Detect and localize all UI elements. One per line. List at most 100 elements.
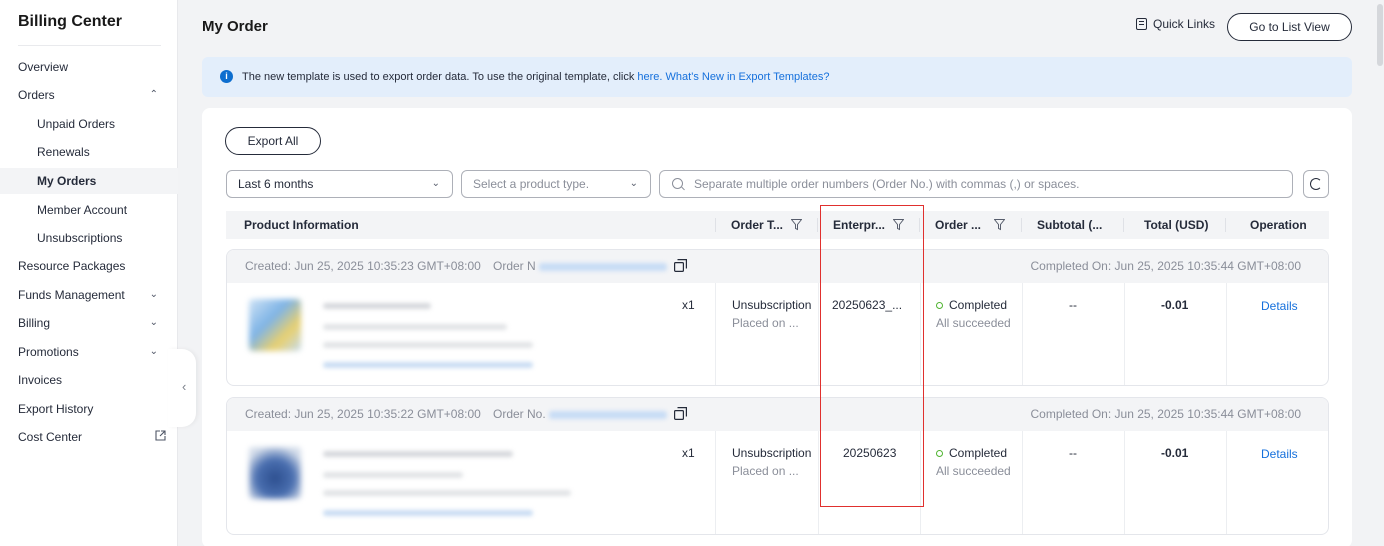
created-time: Created: Jun 25, 2025 10:35:23 GMT+08:00 <box>245 259 481 273</box>
here-link[interactable]: here. <box>637 71 662 83</box>
filter-icon[interactable] <box>994 219 1005 231</box>
order-number-label: Order No. <box>493 407 546 421</box>
order-number-redacted[interactable] <box>549 411 667 419</box>
product-name-redacted <box>323 451 513 457</box>
enterprise-project: 20250623_... <box>832 298 903 312</box>
sidebar-item-billing[interactable]: Billing ⌄ <box>0 310 178 336</box>
column-divider <box>1226 283 1227 385</box>
scrollbar-thumb[interactable] <box>1377 4 1383 66</box>
period-select-value: Last 6 months <box>238 177 314 191</box>
sidebar-collapse-toggle[interactable]: ‹ <box>168 349 196 427</box>
sidebar-item-label: Promotions <box>18 345 79 359</box>
order-status-detail: All succeeded <box>936 316 1011 330</box>
details-link[interactable]: Details <box>1261 298 1298 314</box>
sidebar-item-my-orders[interactable]: My Orders <box>0 168 178 194</box>
sidebar-item-label: Overview <box>18 60 69 74</box>
column-divider <box>1021 218 1022 232</box>
sidebar-item-unsubscriptions[interactable]: Unsubscriptions <box>0 225 178 251</box>
order-search-input[interactable] <box>694 174 1274 194</box>
sidebar-item-label: Billing <box>18 316 51 330</box>
column-divider <box>715 283 716 385</box>
product-spec-redacted <box>323 472 463 478</box>
sidebar-item-label: Resource Packages <box>18 259 126 273</box>
refresh-button[interactable] <box>1303 170 1329 198</box>
bookmark-icon <box>1136 18 1147 30</box>
export-all-button[interactable]: Export All <box>225 127 321 155</box>
order-card: Created: Jun 25, 2025 10:35:22 GMT+08:00… <box>226 397 1329 535</box>
sidebar-item-overview[interactable]: Overview <box>0 54 178 80</box>
info-icon: i <box>220 70 233 83</box>
refresh-icon <box>1310 178 1322 190</box>
column-divider <box>1124 283 1125 385</box>
sidebar-item-orders[interactable]: Orders ⌃ <box>0 82 178 108</box>
col-order-status: Order ... <box>935 218 982 232</box>
search-icon <box>672 178 683 189</box>
total-usd: -0.01 <box>1161 298 1189 312</box>
col-product-information: Product Information <box>244 218 359 232</box>
order-number-label: Order N <box>493 259 536 273</box>
sidebar-item-export-history[interactable]: Export History <box>0 396 178 422</box>
column-divider <box>818 283 819 385</box>
sidebar-item-label: Unpaid Orders <box>37 117 116 131</box>
product-spec-redacted <box>323 324 507 330</box>
product-spec-redacted <box>323 490 571 496</box>
notice-text: The new template is used to export order… <box>242 57 829 97</box>
sidebar-item-resource-packages[interactable]: Resource Packages <box>0 253 178 279</box>
external-link-icon <box>155 430 166 441</box>
sidebar-item-member-account[interactable]: Member Account <box>0 197 178 223</box>
info-notice: i The new template is used to export ord… <box>202 57 1352 97</box>
order-number-redacted[interactable] <box>539 263 667 271</box>
sidebar-item-renewals[interactable]: Renewals <box>0 139 178 165</box>
filter-icon[interactable] <box>893 219 904 231</box>
column-divider <box>715 431 716 534</box>
column-divider <box>1226 431 1227 534</box>
page-scrollbar[interactable] <box>1376 0 1384 546</box>
copy-icon[interactable] <box>674 407 687 420</box>
sidebar-item-funds-management[interactable]: Funds Management ⌄ <box>0 282 178 308</box>
subtotal: -- <box>1069 446 1077 460</box>
col-total-usd: Total (USD) <box>1144 218 1209 232</box>
copy-icon[interactable] <box>674 259 687 272</box>
product-links-redacted <box>323 362 533 368</box>
completed-on-time: Completed On: Jun 25, 2025 10:35:44 GMT+… <box>1030 259 1301 273</box>
product-links-redacted <box>323 510 533 516</box>
order-status-label: Completed <box>949 298 1008 312</box>
created-time: Created: Jun 25, 2025 10:35:22 GMT+08:00 <box>245 407 481 421</box>
status-success-icon <box>936 302 943 309</box>
status-success-icon <box>936 450 943 457</box>
sidebar-item-label: Orders <box>18 88 55 102</box>
sidebar-item-unpaid-orders[interactable]: Unpaid Orders <box>0 111 178 137</box>
sidebar-item-cost-center[interactable]: Cost Center <box>0 424 178 450</box>
product-thumbnail <box>249 299 301 351</box>
placed-on: Placed on ... <box>732 316 799 330</box>
sidebar-item-label: Funds Management <box>18 288 125 302</box>
order-search-box <box>659 170 1293 198</box>
column-divider <box>920 431 921 534</box>
go-to-list-view-button[interactable]: Go to List View <box>1227 13 1352 41</box>
period-select[interactable]: Last 6 months ⌄ <box>226 170 453 198</box>
whats-new-link[interactable]: What's New in Export Templates? <box>666 71 830 83</box>
total-usd: -0.01 <box>1161 446 1189 460</box>
order-status-detail: All succeeded <box>936 464 1011 478</box>
order-card-header: Created: Jun 25, 2025 10:35:22 GMT+08:00… <box>227 398 1328 431</box>
chevron-left-icon: ‹ <box>182 379 187 394</box>
sidebar-item-invoices[interactable]: Invoices <box>0 367 178 393</box>
col-operation: Operation <box>1250 218 1307 232</box>
completed-on-time: Completed On: Jun 25, 2025 10:35:44 GMT+… <box>1030 407 1301 421</box>
quick-links-button[interactable]: Quick Links <box>1136 17 1215 31</box>
column-divider <box>817 218 818 232</box>
filter-icon[interactable] <box>791 219 802 231</box>
quick-links-label: Quick Links <box>1153 17 1216 31</box>
column-divider <box>1124 431 1125 534</box>
details-link[interactable]: Details <box>1261 446 1298 462</box>
col-enterprise: Enterpr... <box>833 218 886 232</box>
chevron-up-icon: ⌃ <box>149 89 158 100</box>
order-status: Completed <box>936 445 1007 461</box>
sidebar-item-promotions[interactable]: Promotions ⌄ <box>0 339 178 365</box>
chevron-down-icon: ⌄ <box>629 178 638 189</box>
column-divider <box>1022 431 1023 534</box>
col-subtotal: Subtotal (... <box>1037 218 1103 232</box>
page-title: My Order <box>202 18 268 35</box>
product-type-select[interactable]: Select a product type. ⌄ <box>461 170 651 198</box>
col-order-type: Order T... <box>731 218 784 232</box>
